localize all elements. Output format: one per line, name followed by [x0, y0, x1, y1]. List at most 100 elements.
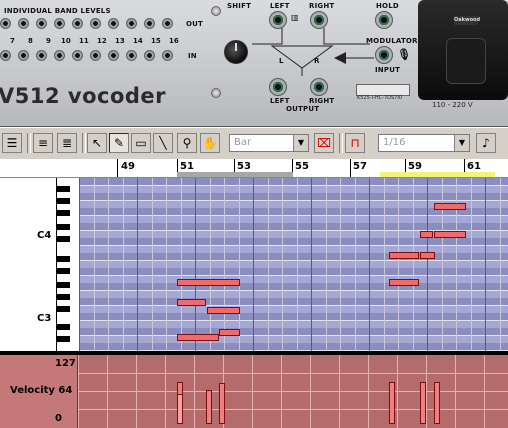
velocity-bar[interactable] — [206, 390, 212, 424]
velocity-bar[interactable] — [177, 394, 183, 424]
band-in-jack[interactable] — [36, 50, 47, 61]
grid-line — [224, 178, 225, 351]
bar-ruler[interactable]: 49 51 53 55 57 59 61 — [0, 159, 508, 178]
magnify-tool-icon[interactable]: ⚲ — [177, 133, 197, 153]
black-key[interactable] — [57, 256, 70, 262]
midi-note[interactable] — [434, 203, 466, 210]
bar-number: 51 — [180, 161, 194, 172]
right-output-label: RIGHT — [309, 97, 335, 105]
power-brand-tag: Oakwood — [454, 16, 481, 25]
toolbar-separator — [27, 133, 31, 153]
chevron-down-icon: ▼ — [293, 135, 308, 151]
band-out-jack[interactable] — [126, 18, 137, 29]
shift-knob[interactable] — [224, 40, 248, 64]
band-levels-label: INDIVIDUAL BAND LEVELS — [4, 7, 111, 15]
velocity-bar[interactable] — [219, 383, 225, 424]
velocity-bar[interactable] — [389, 382, 395, 424]
grid-line — [325, 178, 327, 351]
right-input-jack[interactable] — [310, 11, 328, 29]
loop-range-marker[interactable] — [380, 172, 495, 177]
midi-note[interactable] — [177, 279, 240, 286]
band-out-jack[interactable] — [144, 18, 155, 29]
sequencer-toolbar: ☰ ≡ ≣ ↖ ✎ ▭ ╲ ⚲ ✋ Bar ▼ ⌧ ⊓ 1/16 ▼ ♪ — [0, 127, 508, 160]
black-key[interactable] — [57, 306, 70, 312]
hand-tool-icon[interactable]: ✋ — [200, 133, 220, 153]
band-in-jack[interactable] — [162, 50, 173, 61]
midi-note[interactable] — [434, 231, 466, 238]
bar-number: 49 — [121, 161, 135, 172]
band-in-jack[interactable] — [18, 50, 29, 61]
velocity-bar[interactable] — [434, 382, 440, 424]
chevron-down-icon: ▼ — [454, 135, 469, 151]
band-out-jack[interactable] — [162, 18, 173, 29]
piano-keyboard[interactable] — [56, 178, 80, 351]
black-key[interactable] — [57, 210, 70, 216]
black-key[interactable] — [57, 324, 70, 330]
track-list-icon[interactable]: ☰ — [2, 133, 22, 153]
midi-note[interactable] — [219, 329, 240, 336]
quantize-value-select[interactable]: 1/16 ▼ — [378, 134, 470, 152]
hold-jack[interactable] — [375, 11, 393, 29]
edit-view-button[interactable]: ≣ — [57, 133, 77, 153]
grid-line — [369, 178, 370, 351]
power-plug — [446, 38, 486, 84]
black-key[interactable] — [57, 236, 70, 242]
band-in-jack[interactable] — [54, 50, 65, 61]
out-label: OUT — [186, 20, 204, 28]
grid-line — [267, 178, 269, 351]
band-number: 16 — [169, 37, 179, 45]
velocity-lane[interactable]: 127 Velocity 64 0 — [0, 355, 508, 428]
note-grid[interactable] — [79, 178, 508, 351]
black-key[interactable] — [57, 224, 70, 230]
band-out-jack[interactable] — [72, 18, 83, 29]
output-l-label: L — [279, 57, 284, 65]
voltage-label: 110 - 220 V — [432, 101, 473, 109]
note-icon[interactable]: ♪ — [476, 133, 496, 153]
band-in-jack[interactable] — [126, 50, 137, 61]
left-input-jack[interactable] — [269, 11, 287, 29]
band-number: 8 — [28, 37, 33, 45]
midi-note[interactable] — [389, 279, 419, 286]
snap-value-select[interactable]: Bar ▼ — [229, 134, 309, 152]
band-out-jack[interactable] — [54, 18, 65, 29]
grid-line — [412, 178, 414, 351]
midi-note[interactable] — [207, 307, 240, 314]
black-key[interactable] — [57, 198, 70, 204]
eraser-tool-icon[interactable]: ▭ — [131, 133, 151, 153]
midi-note[interactable] — [389, 252, 419, 259]
band-in-jack[interactable] — [90, 50, 101, 61]
snap-toggle-icon[interactable]: ⌧ — [314, 133, 334, 153]
band-in-jack[interactable] — [0, 50, 11, 61]
c3-label: C3 — [37, 313, 52, 324]
quantize-icon[interactable]: ⊓ — [345, 133, 365, 153]
output-label: OUTPUT — [286, 105, 320, 113]
band-in-jack[interactable] — [144, 50, 155, 61]
midi-note[interactable] — [420, 252, 435, 259]
black-key[interactable] — [57, 282, 70, 288]
band-number: 10 — [61, 37, 71, 45]
selector-tool-icon[interactable]: ↖ — [87, 133, 107, 153]
band-out-jack[interactable] — [36, 18, 47, 29]
modulator-input-jack[interactable] — [375, 46, 393, 64]
band-out-jack[interactable] — [0, 18, 11, 29]
band-out-jack[interactable] — [108, 18, 119, 29]
midi-note[interactable] — [177, 299, 206, 306]
arrange-view-button[interactable]: ≡ — [33, 133, 53, 153]
grid-line — [485, 178, 486, 351]
black-key[interactable] — [57, 336, 70, 342]
band-in-jack[interactable] — [72, 50, 83, 61]
selection-range-marker[interactable] — [177, 172, 293, 177]
band-out-jack[interactable] — [18, 18, 29, 29]
black-key[interactable] — [57, 268, 70, 274]
pencil-tool-icon[interactable]: ✎ — [109, 133, 129, 153]
midi-note[interactable] — [177, 334, 219, 341]
velocity-bar[interactable] — [420, 382, 426, 424]
band-out-jack[interactable] — [90, 18, 101, 29]
black-key[interactable] — [57, 294, 70, 300]
band-in-jack[interactable] — [108, 50, 119, 61]
left-output-jack[interactable] — [269, 78, 287, 96]
black-key[interactable] — [57, 186, 70, 192]
midi-note[interactable] — [420, 231, 433, 238]
right-output-jack[interactable] — [310, 78, 328, 96]
line-tool-icon[interactable]: ╲ — [153, 133, 173, 153]
